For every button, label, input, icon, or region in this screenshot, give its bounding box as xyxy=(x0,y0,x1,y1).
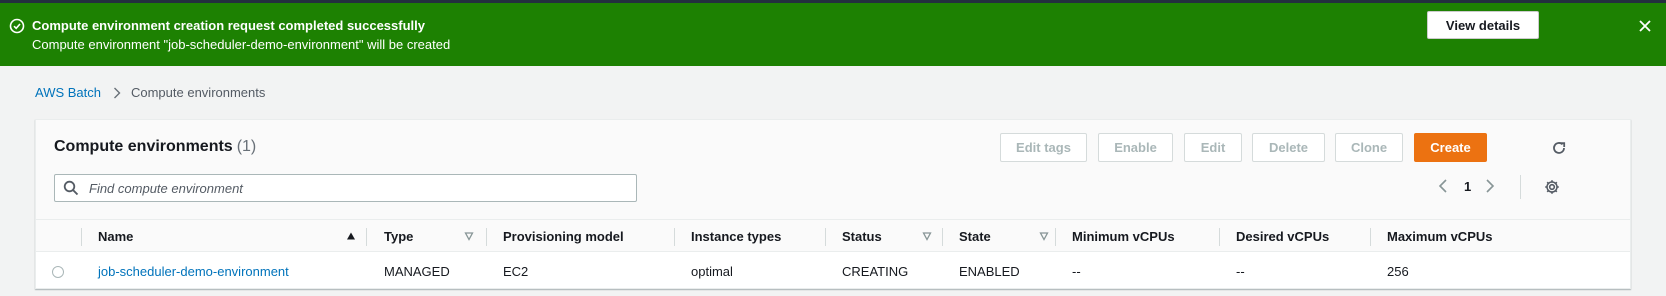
delete-button[interactable]: Delete xyxy=(1252,133,1325,162)
edit-tags-button[interactable]: Edit tags xyxy=(1000,133,1087,162)
column-label: Status xyxy=(842,228,882,244)
search-input[interactable] xyxy=(87,179,607,197)
search-field[interactable] xyxy=(54,174,637,202)
cell-name-link[interactable]: job-scheduler-demo-environment xyxy=(98,253,289,289)
column-label: Minimum vCPUs xyxy=(1072,228,1175,244)
column-label: Provisioning model xyxy=(503,228,624,244)
breadcrumb-aws-batch[interactable]: AWS Batch xyxy=(35,85,101,100)
column-header-name[interactable]: Name xyxy=(98,220,363,252)
previous-page-icon[interactable] xyxy=(1438,178,1448,194)
refresh-icon[interactable] xyxy=(1551,140,1567,156)
column-divider xyxy=(674,228,675,246)
column-label: Type xyxy=(384,228,414,244)
cell-type: MANAGED xyxy=(384,263,450,279)
column-header-state[interactable]: State xyxy=(959,220,1059,252)
sort-caret-icon xyxy=(464,232,474,241)
cell-state: ENABLED xyxy=(959,263,1020,279)
cell-provisioning-model: EC2 xyxy=(503,263,529,279)
panel-title-text: Compute environments xyxy=(54,138,233,155)
panel-count: (1) xyxy=(236,138,257,155)
column-header-type[interactable]: Type xyxy=(384,220,486,252)
table-header: Name Type Provisioning model Instance ty… xyxy=(36,220,1630,252)
column-header-instance-types: Instance types xyxy=(691,220,781,252)
column-header-maximum-vcpus: Maximum vCPUs xyxy=(1387,220,1492,252)
flash-message: Compute environment "job-scheduler-demo-… xyxy=(32,37,451,52)
current-page[interactable]: 1 xyxy=(1464,179,1471,194)
column-label: State xyxy=(959,228,991,244)
sort-caret-icon xyxy=(922,232,932,241)
cell-maximum-vcpus: 256 xyxy=(1387,263,1409,279)
cell-minimum-vcpus: -- xyxy=(1072,263,1081,279)
sort-caret-icon xyxy=(1039,232,1049,241)
pagination: 1 xyxy=(1438,178,1495,194)
sort-ascending-icon xyxy=(347,232,355,240)
panel-title: Compute environments (1) xyxy=(54,138,256,156)
column-divider xyxy=(81,228,82,246)
edit-button[interactable]: Edit xyxy=(1184,133,1242,162)
compute-environments-panel: Compute environments (1) Edit tags Enable… xyxy=(35,119,1631,289)
column-divider xyxy=(942,228,943,246)
close-icon[interactable] xyxy=(1638,19,1652,33)
table-row[interactable]: job-scheduler-demo-environment MANAGED E… xyxy=(36,253,1630,289)
column-header-status[interactable]: Status xyxy=(842,220,942,252)
row-select-radio[interactable] xyxy=(52,266,64,278)
column-divider xyxy=(825,228,826,246)
column-label: Maximum vCPUs xyxy=(1387,228,1493,244)
cell-desired-vcpus: -- xyxy=(1236,263,1245,279)
gear-icon[interactable] xyxy=(1544,179,1560,195)
next-page-icon[interactable] xyxy=(1485,178,1495,194)
chevron-right-icon xyxy=(113,87,121,98)
success-check-icon xyxy=(9,18,25,34)
column-divider xyxy=(1219,228,1220,246)
breadcrumb-current: Compute environments xyxy=(130,85,266,100)
view-details-button[interactable]: View details xyxy=(1427,11,1539,39)
cell-status: CREATING xyxy=(842,263,909,279)
success-flash-banner: Compute environment creation request com… xyxy=(0,3,1666,66)
pagination-divider xyxy=(1520,175,1521,199)
create-button[interactable]: Create xyxy=(1414,133,1487,162)
enable-button[interactable]: Enable xyxy=(1098,133,1173,162)
column-header-minimum-vcpus: Minimum vCPUs xyxy=(1072,220,1175,252)
panel-header: Compute environments (1) Edit tags Enable… xyxy=(36,120,1630,220)
cell-instance-types: optimal xyxy=(691,263,733,279)
column-divider xyxy=(1370,228,1371,246)
breadcrumb: AWS Batch Compute environments xyxy=(35,85,265,100)
column-divider xyxy=(1055,228,1056,246)
clone-button[interactable]: Clone xyxy=(1335,133,1403,162)
column-label: Name xyxy=(98,228,134,244)
search-icon xyxy=(63,180,79,196)
column-label: Desired vCPUs xyxy=(1236,228,1330,244)
column-header-provisioning-model: Provisioning model xyxy=(503,220,624,252)
column-header-desired-vcpus: Desired vCPUs xyxy=(1236,220,1329,252)
column-label: Instance types xyxy=(691,228,782,244)
column-divider xyxy=(366,228,367,246)
flash-title: Compute environment creation request com… xyxy=(32,18,425,33)
column-divider xyxy=(486,228,487,246)
